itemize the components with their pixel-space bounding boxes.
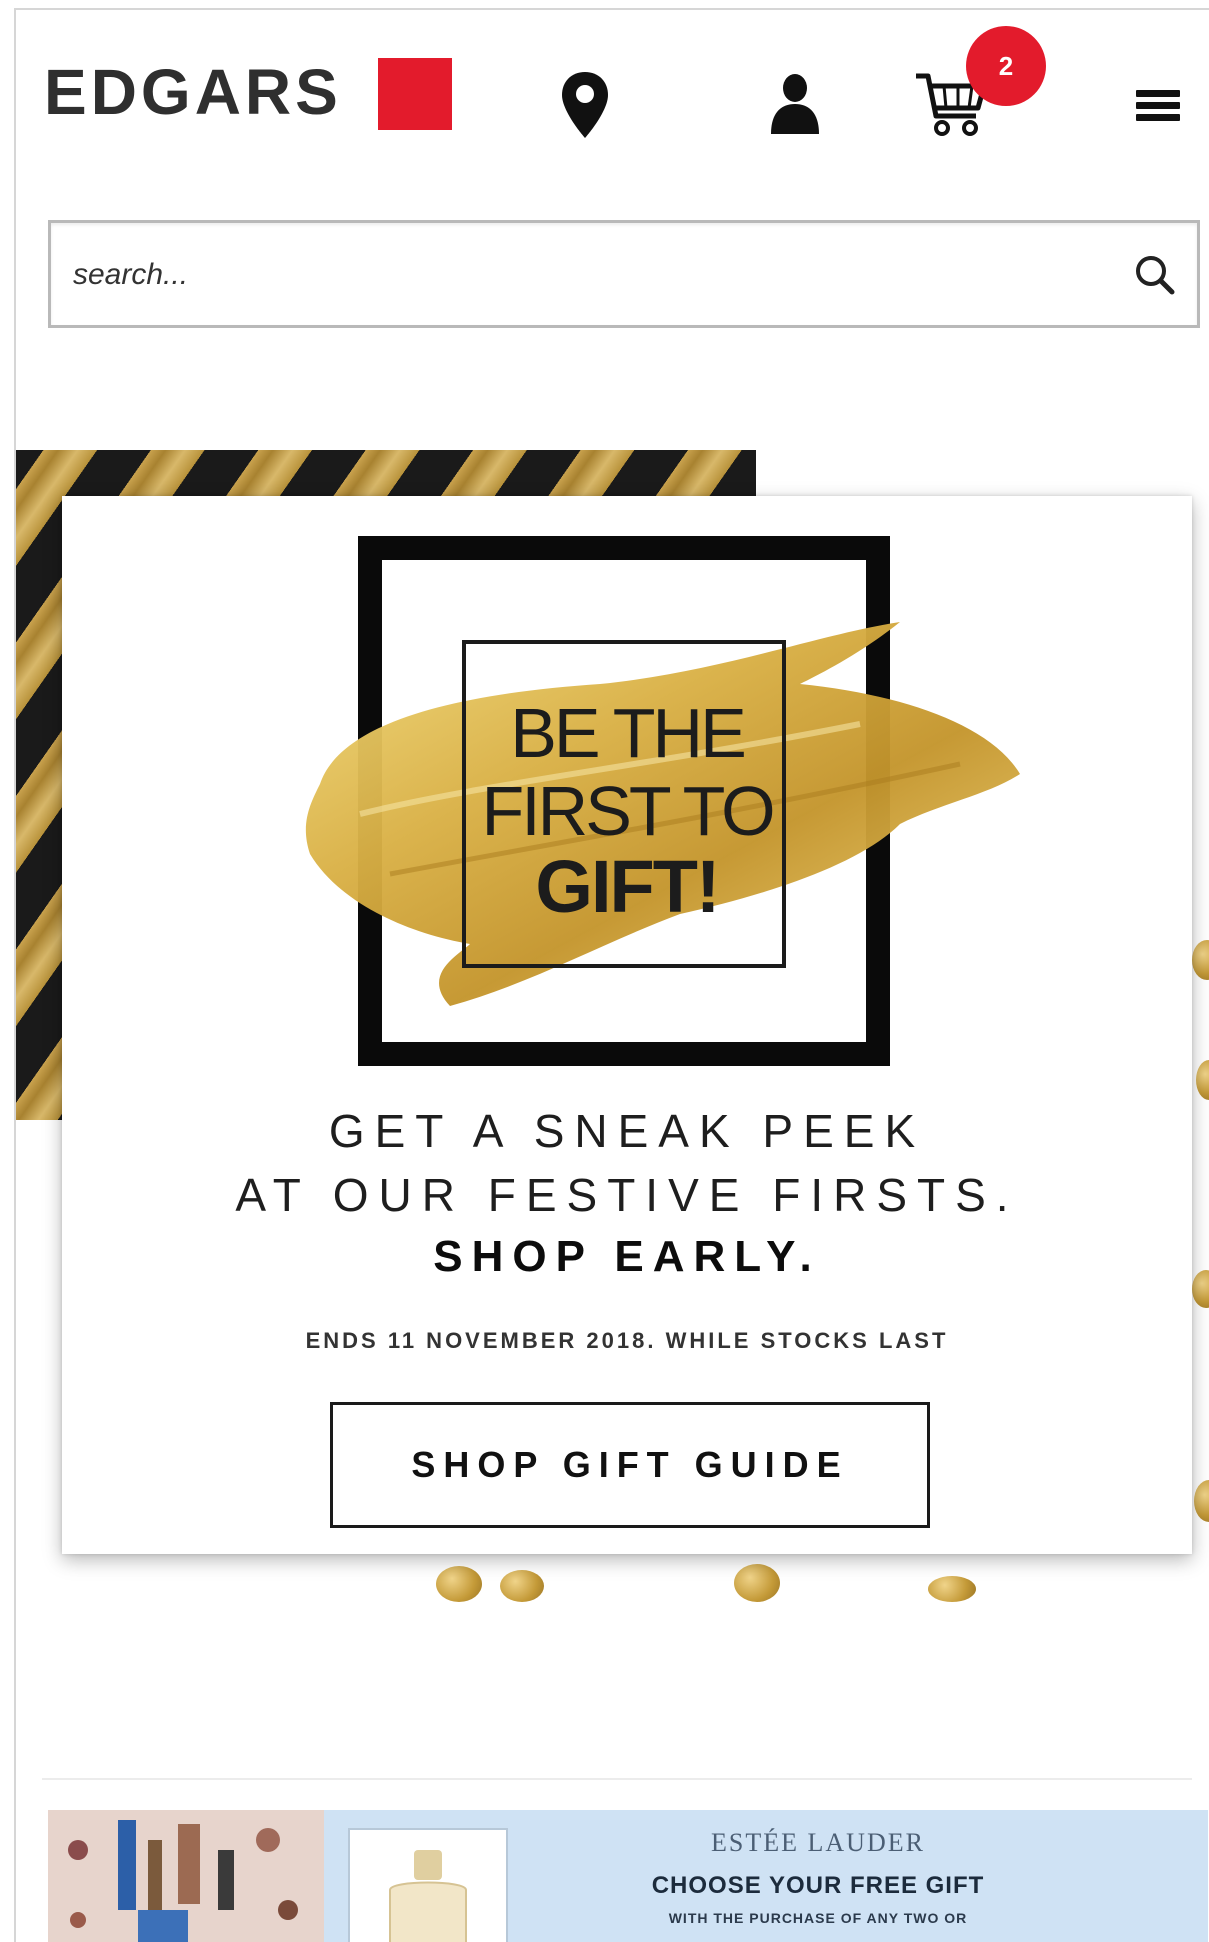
promo-fineprint: ENDS 11 NOVEMBER 2018. WHILE STOCKS LAST (305, 1328, 949, 1353)
search-bar (48, 220, 1200, 328)
shop-gift-guide-button[interactable]: SHOP GIFT GUIDE (330, 1402, 930, 1528)
promo-copy-line-1: GET A SNEAK PEEK (328, 1105, 926, 1157)
fragrance-bottle-graphic (389, 1850, 467, 1942)
banner-title: CHOOSE YOUR FREE GIFT (651, 1872, 985, 1899)
cart-count-badge[interactable]: 2 (966, 26, 1046, 106)
confetti-dot (1196, 1060, 1209, 1100)
product-flatlay-graphic (68, 1820, 298, 1942)
logo-square[interactable] (378, 58, 452, 130)
promo-copy-line-2: AT OUR FESTIVE FIRSTS. (235, 1169, 1019, 1221)
confetti-dot (734, 1564, 780, 1602)
confetti-dot (1192, 940, 1209, 980)
banner-subtitle: WITH THE PURCHASE OF ANY TWO OR (668, 1910, 968, 1926)
search-icon[interactable] (1133, 253, 1175, 295)
page-frame: EDGARS 2 search... BE THE FIRST TO GIFT!… (14, 8, 1209, 1942)
estee-lauder-banner[interactable]: ESTÉE LAUDER CHOOSE YOUR FREE GIFT WITH … (48, 1810, 1208, 1942)
confetti-dot (436, 1566, 482, 1602)
headline-line-1: BE THE (510, 694, 747, 772)
promo-card: BE THE FIRST TO GIFT! GET A SNEAK PEEK A… (62, 496, 1192, 1554)
search-input[interactable] (71, 223, 1075, 327)
confetti-dot (500, 1570, 544, 1602)
section-divider (42, 1778, 1192, 1780)
headline-line-3: GIFT! (535, 845, 720, 928)
confetti-dot (1192, 1270, 1209, 1308)
hero-banner[interactable]: BE THE FIRST TO GIFT! GET A SNEAK PEEK A… (16, 440, 1209, 1640)
confetti-dot (1194, 1480, 1209, 1522)
account-icon[interactable] (768, 72, 822, 136)
confetti-dot (928, 1576, 976, 1602)
product-flatlay-image (48, 1810, 324, 1942)
logo-text[interactable]: EDGARS (44, 60, 342, 124)
fragrance-bottle-image (348, 1828, 508, 1942)
site-header: EDGARS 2 (16, 10, 1209, 200)
location-pin-icon[interactable] (560, 70, 610, 140)
hamburger-menu-icon[interactable] (1136, 90, 1180, 126)
banner-brand: ESTÉE LAUDER (711, 1828, 925, 1857)
promo-copy-line-3: SHOP EARLY. (433, 1232, 821, 1281)
headline-line-2: FIRST TO (481, 772, 775, 850)
